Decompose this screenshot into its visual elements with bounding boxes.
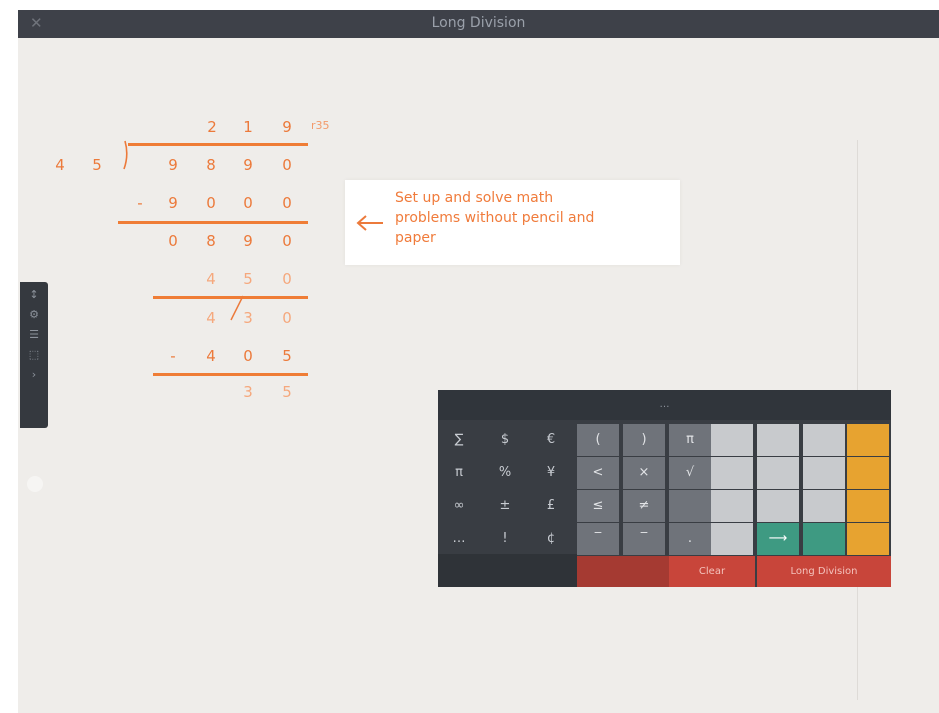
key[interactable]: ± (484, 490, 526, 522)
sidetab-item[interactable]: ☰ (20, 328, 48, 342)
work-digit[interactable]: 0 (203, 194, 219, 212)
work-digit[interactable]: 0 (279, 194, 295, 212)
key[interactable]: ¢ (530, 523, 572, 555)
work-digit[interactable]: 0 (240, 347, 256, 365)
window-title: Long Division (431, 15, 526, 31)
dividend-digit[interactable]: 9 (165, 156, 181, 174)
quotient-digit[interactable]: 1 (240, 118, 256, 136)
key[interactable]: ≠ (623, 490, 665, 522)
key[interactable] (711, 457, 753, 489)
key[interactable]: ¥ (530, 457, 572, 489)
key[interactable]: ‾ (577, 523, 619, 555)
app-window: ✕ Long Division (18, 10, 939, 713)
handle-dot (27, 476, 43, 492)
work-digit[interactable]: 5 (240, 270, 256, 288)
key[interactable]: π (438, 457, 480, 489)
undo-button[interactable] (577, 556, 623, 587)
dividend-digit[interactable]: 9 (240, 156, 256, 174)
key[interactable] (803, 490, 845, 522)
minus-sign: - (170, 347, 176, 365)
sidetab-item[interactable]: ⚙ (20, 308, 48, 322)
key[interactable]: ∞ (438, 490, 480, 522)
remainder-label: r35 (311, 119, 330, 132)
strikethrough-mark (230, 295, 244, 321)
work-digit[interactable]: 4 (203, 347, 219, 365)
dividend-digit[interactable]: 8 (203, 156, 219, 174)
key[interactable]: ≤ (577, 490, 619, 522)
division-bracket (123, 140, 128, 170)
remainder-digit[interactable]: 3 (240, 383, 256, 401)
key[interactable] (847, 490, 889, 522)
work-digit[interactable]: 9 (165, 194, 181, 212)
key[interactable] (711, 523, 753, 555)
sidetab-item[interactable]: ⬚ (20, 348, 48, 362)
key[interactable] (711, 424, 753, 456)
work-digit[interactable]: 4 (203, 270, 219, 288)
work-digit[interactable]: 0 (165, 232, 181, 250)
quotient-digit[interactable]: 9 (279, 118, 295, 136)
quotient-bar (128, 143, 308, 146)
quotient-digit[interactable]: 2 (204, 118, 220, 136)
key[interactable] (847, 523, 889, 555)
key[interactable]: … (438, 523, 480, 555)
key[interactable] (669, 490, 711, 522)
callout-box: Set up and solve math problems without p… (345, 180, 680, 265)
minus-sign: - (137, 194, 143, 212)
work-digit[interactable]: 4 (203, 309, 219, 327)
subtraction-bar (118, 221, 308, 224)
work-digit[interactable]: 0 (279, 270, 295, 288)
key[interactable]: ( (577, 424, 619, 456)
work-digit[interactable]: 8 (203, 232, 219, 250)
dividend-digit[interactable]: 0 (279, 156, 295, 174)
key[interactable]: ∑ (438, 424, 480, 456)
key[interactable] (847, 457, 889, 489)
side-toolbar[interactable]: ↕ ⚙ ☰ ⬚ › (20, 282, 48, 428)
key[interactable]: . (669, 523, 711, 555)
key[interactable] (757, 490, 799, 522)
subtraction-bar (153, 373, 308, 376)
long-division-button[interactable]: Long Division (757, 556, 891, 587)
key[interactable]: % (484, 457, 526, 489)
key[interactable]: π (669, 424, 711, 456)
sidetab-item[interactable]: › (20, 368, 48, 382)
keypad-header[interactable]: … (438, 390, 891, 420)
key[interactable] (847, 424, 889, 456)
key[interactable]: ! (484, 523, 526, 555)
divisor-digit[interactable]: 5 (89, 156, 105, 174)
callout-text: Set up and solve math problems without p… (395, 190, 595, 246)
redo-button[interactable] (623, 556, 669, 587)
key[interactable]: € (530, 424, 572, 456)
key[interactable]: √ (669, 457, 711, 489)
divisor-digit[interactable]: 4 (52, 156, 68, 174)
key[interactable]: ‾ (623, 523, 665, 555)
keypad-footer-spacer (438, 554, 577, 587)
title-bar: ✕ Long Division (18, 10, 939, 38)
math-keypad: … ∑ $ € ( ) π π % ¥ < × √ ∞ ± £ ≤ ≠ … ! … (438, 390, 891, 587)
key[interactable]: ) (623, 424, 665, 456)
sidetab-item[interactable]: ↕ (20, 288, 48, 302)
work-digit[interactable]: 0 (279, 232, 295, 250)
key[interactable] (711, 490, 753, 522)
left-arrow-icon (356, 215, 383, 231)
key[interactable] (803, 523, 845, 555)
key[interactable] (803, 457, 845, 489)
key[interactable] (757, 457, 799, 489)
keypad-drag-handle[interactable]: … (438, 390, 891, 420)
key[interactable]: ⟶ (757, 523, 799, 555)
work-digit[interactable]: 0 (279, 309, 295, 327)
remainder-digit[interactable]: 5 (279, 383, 295, 401)
key[interactable]: $ (484, 424, 526, 456)
key[interactable] (803, 424, 845, 456)
work-digit[interactable]: 9 (240, 232, 256, 250)
key[interactable]: < (577, 457, 619, 489)
key[interactable]: × (623, 457, 665, 489)
work-digit[interactable]: 5 (279, 347, 295, 365)
clear-button[interactable]: Clear (669, 556, 755, 587)
key[interactable]: £ (530, 490, 572, 522)
work-digit[interactable]: 0 (240, 194, 256, 212)
key[interactable] (757, 424, 799, 456)
